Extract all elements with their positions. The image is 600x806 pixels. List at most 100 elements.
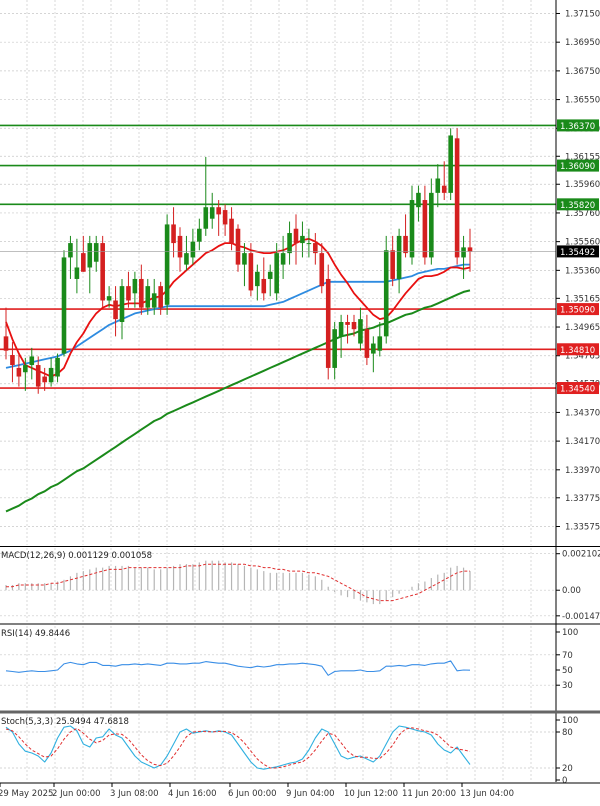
- rsi-tick-label-1: 70: [562, 651, 573, 661]
- rsi-label: RSI(14) 49.8446: [1, 629, 70, 639]
- candle-body-12: [81, 253, 86, 272]
- candle-body-51: [332, 329, 337, 368]
- macd-tick-label-2: -0.001475: [562, 612, 600, 622]
- stoch-tick-label-1: 80: [562, 728, 573, 738]
- level-label-1: 1.36090: [560, 162, 595, 172]
- candle-body-26: [171, 224, 176, 244]
- price-tick-label-15: 1.34170: [565, 437, 600, 447]
- candle-body-68: [441, 185, 447, 193]
- ma-slow-line: [5, 289, 471, 513]
- stoch-tick-label-2: 20: [562, 764, 573, 774]
- price-tick-label-10: 1.35165: [565, 294, 600, 304]
- price-tick-label-14: 1.34370: [565, 408, 600, 418]
- candle-body-54: [351, 322, 357, 330]
- rsi-tick-label-0: 100: [562, 628, 578, 638]
- candle-body-24: [158, 286, 163, 308]
- level-label-0: 1.36370: [560, 122, 595, 132]
- candle-body-38: [248, 253, 254, 291]
- candle-body-35: [229, 218, 234, 244]
- candle-body-53: [345, 322, 350, 325]
- macd-label: MACD(12,26,9) 0.001129 0.001058: [1, 551, 152, 561]
- candle-body-36: [235, 228, 241, 265]
- price-tick-label-0: 1.37150: [565, 9, 600, 19]
- candle-body-61: [396, 235, 402, 279]
- price-tick-label-11: 1.34965: [565, 323, 600, 333]
- candle-body-67: [435, 178, 441, 193]
- candle-body-1: [10, 355, 15, 366]
- candle-body-43: [280, 253, 286, 265]
- candle-body-0: [3, 336, 9, 351]
- candle-body-71: [461, 247, 466, 258]
- candle-body-55: [358, 319, 363, 344]
- candle-body-52: [338, 322, 344, 337]
- macd-tick-label-0: 0.002102: [562, 550, 600, 560]
- candle-body-28: [184, 253, 189, 265]
- x-tick-label-0: 29 May 2025: [0, 789, 53, 799]
- candle-body-19: [126, 286, 131, 301]
- candle-body-16: [106, 296, 112, 301]
- x-tick-label-5: 9 Jun 04:00: [286, 789, 335, 799]
- candle-body-30: [197, 228, 202, 242]
- rsi-tick-label-2: 50: [562, 666, 573, 676]
- candle-body-3: [23, 365, 28, 373]
- candle-body-18: [119, 286, 125, 323]
- candle-body-2: [16, 367, 22, 377]
- candle-body-20: [132, 278, 138, 294]
- candle-body-9: [61, 257, 67, 354]
- candle-body-60: [390, 250, 395, 279]
- candle-body-41: [267, 271, 273, 279]
- candle-body-27: [177, 235, 183, 258]
- chart-svg: 1.371501.369501.367501.365501.363501.361…: [0, 0, 600, 799]
- candle-body-14: [93, 243, 99, 262]
- candle-body-59: [383, 250, 389, 337]
- level-label-4: 1.34810: [560, 346, 595, 356]
- candle-body-23: [151, 293, 157, 308]
- candle-body-10: [68, 243, 73, 258]
- candle-body-45: [293, 228, 299, 244]
- candle-body-17: [113, 300, 118, 320]
- level-label-2: 1.35820: [560, 201, 595, 211]
- candle-body-8: [55, 357, 60, 377]
- candle-body-69: [448, 135, 453, 193]
- candle-body-46: [300, 235, 305, 244]
- price-tick-label-2: 1.36750: [565, 67, 600, 77]
- x-tick-label-2: 3 Jun 08:00: [110, 789, 159, 799]
- stoch-tick-label-0: 100: [562, 716, 578, 726]
- candle-body-29: [190, 241, 196, 258]
- candle-body-4: [29, 356, 35, 366]
- candle-body-6: [42, 376, 47, 383]
- candle-body-49: [319, 253, 325, 287]
- candle-body-72: [467, 247, 473, 252]
- rsi-tick-label-3: 30: [562, 681, 573, 691]
- candle-body-21: [139, 278, 144, 308]
- x-tick-label-8: 13 Jun 04:00: [460, 789, 514, 799]
- candle-body-11: [74, 267, 80, 279]
- candle-body-65: [422, 200, 428, 258]
- candle-body-7: [48, 367, 54, 383]
- macd-tick-label-1: 0.00: [562, 586, 581, 596]
- candle-body-32: [209, 207, 215, 219]
- price-tick-label-1: 1.36950: [565, 38, 600, 48]
- chart-root: 1.371501.369501.367501.365501.363501.361…: [0, 0, 600, 802]
- x-tick-label-4: 6 Jun 00:00: [228, 789, 277, 799]
- rsi-line: [5, 660, 471, 676]
- candle-body-47: [306, 243, 312, 245]
- candle-body-33: [216, 207, 221, 215]
- candle-body-56: [364, 329, 370, 358]
- candle-body-25: [164, 224, 170, 305]
- price-tick-label-16: 1.33970: [565, 466, 600, 476]
- candle-body-57: [371, 343, 376, 354]
- candle-body-34: [222, 210, 228, 225]
- price-tick-label-17: 1.33775: [565, 494, 600, 504]
- candle-body-22: [145, 286, 151, 308]
- price-tick-label-9: 1.35360: [565, 266, 600, 276]
- price-tick-label-3: 1.36550: [565, 96, 600, 106]
- stoch-d-line: [5, 727, 471, 769]
- x-tick-label-3: 4 Jun 16:00: [168, 789, 217, 799]
- price-tick-label-18: 1.33575: [565, 522, 600, 532]
- candle-body-66: [429, 192, 434, 258]
- candle-body-44: [287, 233, 292, 254]
- x-tick-label-7: 11 Jun 20:00: [402, 789, 456, 799]
- candle-body-58: [377, 336, 383, 351]
- candle-body-42: [274, 253, 279, 294]
